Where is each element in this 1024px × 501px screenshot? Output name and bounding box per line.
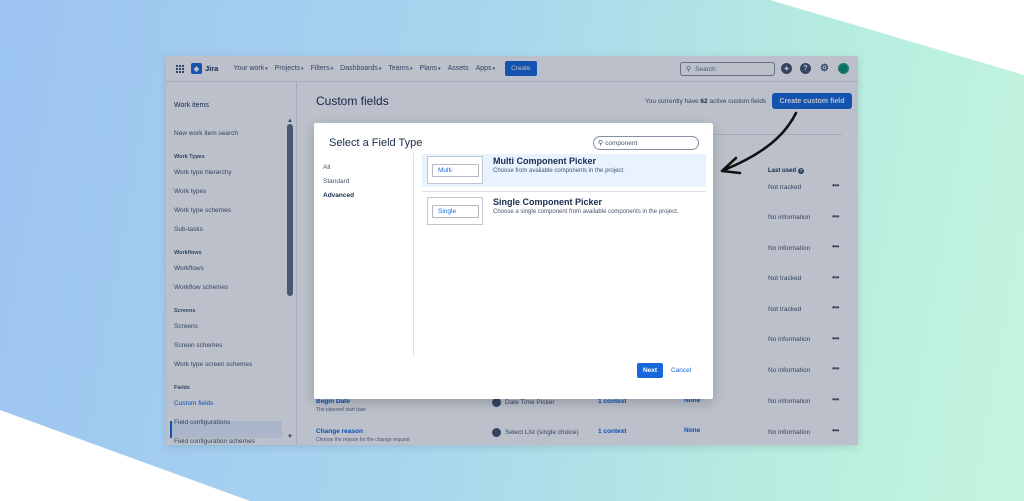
category-standard[interactable]: Standard bbox=[323, 178, 349, 185]
field-type-description: Choose from available components in the … bbox=[493, 168, 625, 174]
field-type-option-multi-component-picker[interactable]: Multi Multi Component Picker Choose from… bbox=[422, 154, 706, 187]
field-type-name: Single Component Picker bbox=[493, 197, 603, 207]
select-field-type-dialog: Select a Field Type ⚲ component All Stan… bbox=[314, 123, 713, 399]
dialog-title: Select a Field Type bbox=[329, 137, 423, 149]
category-all[interactable]: All bbox=[323, 164, 330, 171]
field-type-description: Choose a single component from available… bbox=[493, 209, 679, 215]
option-divider bbox=[422, 191, 706, 192]
search-icon: ⚲ bbox=[598, 140, 604, 147]
field-type-option-single-component-picker[interactable]: Single Single Component Picker Choose a … bbox=[422, 195, 706, 228]
field-type-preview: Multi bbox=[427, 156, 483, 184]
field-type-preview: Single bbox=[427, 197, 483, 225]
next-button[interactable]: Next bbox=[637, 363, 663, 378]
category-advanced[interactable]: Advanced bbox=[323, 192, 354, 199]
category-divider bbox=[413, 153, 414, 356]
jira-window: ◆ Jira Your work▾ Projects▾ Filters▾ Das… bbox=[166, 56, 858, 445]
field-type-search-input[interactable]: ⚲ component bbox=[593, 136, 699, 150]
cancel-button[interactable]: Cancel bbox=[671, 367, 691, 374]
field-type-name: Multi Component Picker bbox=[493, 156, 597, 166]
